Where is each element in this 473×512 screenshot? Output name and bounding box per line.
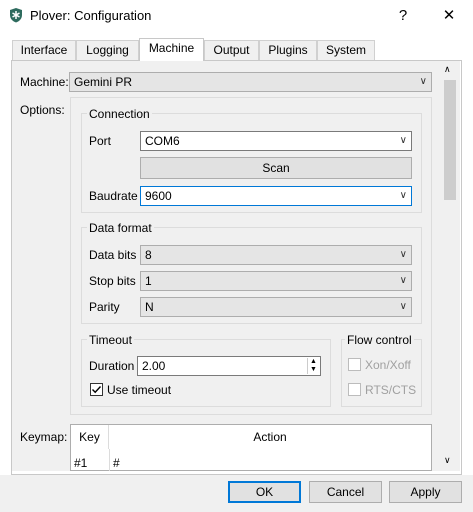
checkmark-icon bbox=[92, 386, 102, 394]
keymap-label: Keymap: bbox=[20, 430, 68, 444]
baudrate-value: 9600 bbox=[145, 189, 172, 203]
flow-control-title: Flow control bbox=[345, 333, 414, 347]
port-select[interactable]: COM6 ∨ bbox=[140, 131, 412, 151]
parity-select[interactable]: N ∨ bbox=[140, 297, 412, 317]
keymap-header-key[interactable]: Key bbox=[71, 425, 109, 449]
plover-app-icon bbox=[8, 7, 24, 23]
use-timeout-checkbox[interactable] bbox=[90, 383, 103, 396]
xonxoff-label: Xon/Xoff bbox=[365, 358, 411, 372]
data-bits-value: 8 bbox=[145, 248, 152, 262]
port-label: Port bbox=[89, 134, 112, 148]
window-title: Plover: Configuration bbox=[30, 8, 152, 23]
spin-arrows-icon[interactable]: ▲ ▼ bbox=[307, 358, 319, 374]
stop-bits-label: Stop bits bbox=[89, 274, 136, 288]
tab-logging[interactable]: Logging bbox=[76, 40, 139, 60]
xonxoff-checkbox[interactable] bbox=[348, 358, 361, 371]
tab-plugins[interactable]: Plugins bbox=[259, 40, 317, 60]
column-divider bbox=[109, 449, 110, 471]
tab-output[interactable]: Output bbox=[204, 40, 259, 60]
chevron-down-icon: ∨ bbox=[399, 190, 407, 201]
ok-button[interactable]: OK bbox=[228, 481, 301, 503]
duration-value: 2.00 bbox=[142, 359, 166, 373]
keymap-header-action[interactable]: Action bbox=[109, 425, 431, 449]
tab-interface[interactable]: Interface bbox=[12, 40, 76, 60]
data-bits-select[interactable]: 8 ∨ bbox=[140, 245, 412, 265]
keymap-table[interactable]: Key Action #1 # bbox=[70, 424, 432, 471]
scrollbar-thumb[interactable] bbox=[444, 80, 456, 200]
tab-system[interactable]: System bbox=[317, 40, 375, 60]
scan-button[interactable]: Scan bbox=[140, 157, 412, 179]
machine-value: Gemini PR bbox=[74, 75, 133, 89]
use-timeout-label: Use timeout bbox=[107, 383, 172, 397]
connection-title: Connection bbox=[87, 107, 152, 121]
apply-button[interactable]: Apply bbox=[389, 481, 462, 503]
help-button[interactable]: ? bbox=[380, 0, 426, 31]
stop-bits-select[interactable]: 1 ∨ bbox=[140, 271, 412, 291]
machine-label: Machine: bbox=[20, 75, 69, 89]
chevron-down-icon: ∨ bbox=[399, 249, 407, 260]
data-bits-label: Data bits bbox=[89, 248, 137, 262]
chevron-down-icon: ∨ bbox=[399, 301, 407, 312]
duration-spinbox[interactable]: 2.00 ▲ ▼ bbox=[137, 356, 321, 376]
parity-value: N bbox=[145, 300, 154, 314]
table-row-key[interactable]: #1 bbox=[74, 456, 87, 470]
cancel-button[interactable]: Cancel bbox=[309, 481, 382, 503]
tab-machine[interactable]: Machine bbox=[139, 38, 204, 61]
stop-bits-value: 1 bbox=[145, 274, 152, 288]
baudrate-select[interactable]: 9600 ∨ bbox=[140, 186, 412, 206]
duration-label: Duration bbox=[89, 359, 135, 373]
options-label: Options: bbox=[20, 103, 65, 117]
timeout-title: Timeout bbox=[87, 333, 134, 347]
title-bar: Plover: Configuration ? ✕ bbox=[0, 0, 473, 31]
rtscts-label: RTS/CTS bbox=[365, 383, 417, 397]
baudrate-label: Baudrate bbox=[89, 189, 138, 203]
data-format-title: Data format bbox=[87, 221, 154, 235]
parity-label: Parity bbox=[89, 300, 120, 314]
rtscts-checkbox[interactable] bbox=[348, 383, 361, 396]
machine-select[interactable]: Gemini PR ∨ bbox=[69, 72, 432, 92]
chevron-down-icon: ∨ bbox=[419, 76, 427, 87]
scroll-up-icon[interactable]: ∧ bbox=[444, 64, 451, 75]
port-value: COM6 bbox=[145, 134, 180, 148]
chevron-down-icon: ∨ bbox=[399, 135, 407, 146]
close-button[interactable]: ✕ bbox=[426, 0, 472, 31]
table-row-action[interactable]: # bbox=[113, 456, 120, 470]
scroll-down-icon[interactable]: ∨ bbox=[444, 455, 451, 466]
chevron-down-icon: ∨ bbox=[399, 275, 407, 286]
